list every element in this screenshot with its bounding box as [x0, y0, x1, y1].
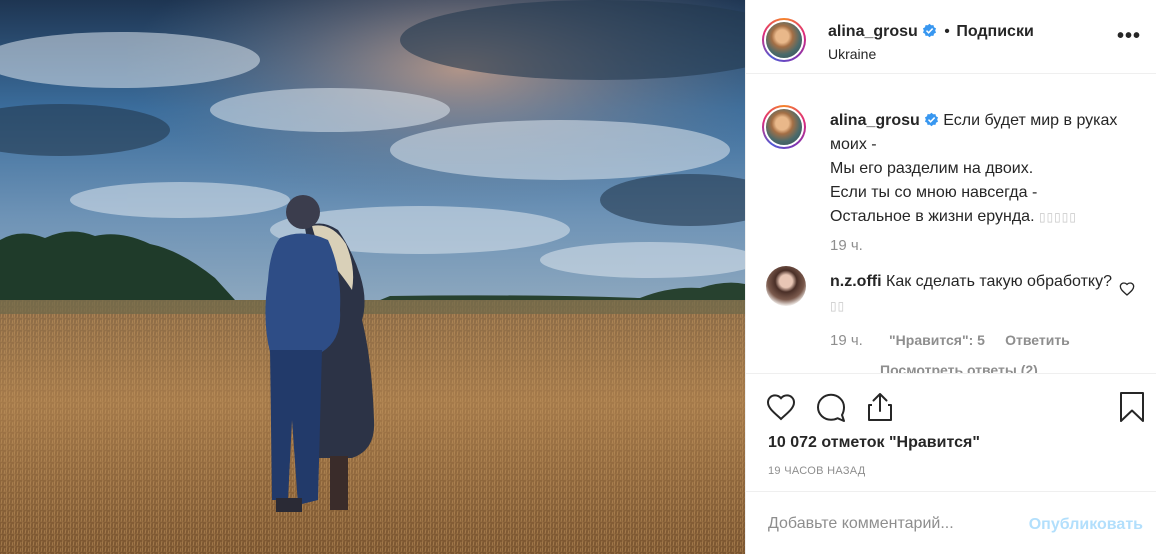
verified-badge-icon [924, 112, 938, 127]
heart-icon[interactable] [764, 390, 798, 424]
caption-line: Мы его разделим на двоих. [830, 160, 1034, 177]
commenter-avatar[interactable] [766, 266, 806, 306]
caption-author-avatar[interactable] [762, 105, 806, 149]
reply-button[interactable]: Ответить [1005, 332, 1070, 348]
post-photo[interactable] [0, 0, 745, 554]
caption-username[interactable]: alina_grosu [830, 112, 920, 129]
post-image [0, 0, 745, 554]
post-location[interactable]: Ukraine [828, 46, 876, 62]
author-avatar[interactable] [762, 18, 806, 62]
comment-like-heart-icon[interactable] [1119, 281, 1135, 297]
commenter-username[interactable]: n.z.offi [830, 273, 882, 290]
post-caption: alina_grosu Если будет мир в руках моих … [830, 109, 1142, 229]
comment-timestamp[interactable]: 19 ч. [830, 332, 863, 349]
post-actions: 10 072 отметок "Нравится" 19 ЧАСОВ НАЗАД [746, 373, 1156, 491]
share-icon[interactable] [863, 390, 897, 424]
caption-line: Если ты со мною навсегда - [830, 184, 1038, 201]
post-timestamp[interactable]: 19 ЧАСОВ НАЗАД [768, 465, 866, 477]
emoji-placeholder-icon: ▯▯ [830, 299, 846, 313]
add-comment-bar: Опубликовать [746, 491, 1156, 554]
view-replies-button[interactable]: Посмотреть ответы (2) [880, 362, 1038, 373]
verified-badge-icon [922, 23, 936, 38]
comments-section[interactable]: alina_grosu Если будет мир в руках моих … [746, 75, 1156, 373]
comment-input[interactable] [768, 512, 1018, 536]
following-button[interactable]: Подписки [956, 23, 1033, 40]
more-options-icon[interactable]: ••• [1117, 26, 1141, 46]
bookmark-icon[interactable] [1115, 390, 1149, 424]
post-details-panel: alina_grosu • Подписки Ukraine ••• alina… [745, 0, 1156, 554]
comment-icon[interactable] [814, 390, 848, 424]
publish-button[interactable]: Опубликовать [1029, 516, 1143, 534]
comment-body: n.z.offi Как сделать такую обработку? ▯▯ [830, 270, 1122, 318]
comment-likes[interactable]: "Нравится": 5 [889, 332, 985, 348]
caption-timestamp[interactable]: 19 ч. [830, 237, 863, 254]
header-separator: • [944, 23, 950, 40]
post-header: alina_grosu • Подписки Ukraine ••• [746, 0, 1156, 74]
comment-text: Как сделать такую обработку? [886, 273, 1113, 290]
caption-line: Остальное в жизни ерунда. [830, 208, 1035, 225]
comment-meta: 19 ч. "Нравится": 5 Ответить [830, 332, 1070, 349]
author-username[interactable]: alina_grosu [828, 23, 918, 40]
author-line: alina_grosu • Подписки [828, 23, 1034, 41]
likes-count[interactable]: 10 072 отметок "Нравится" [768, 434, 980, 452]
emoji-placeholder-icon: ▯▯▯▯▯ [1038, 210, 1077, 224]
